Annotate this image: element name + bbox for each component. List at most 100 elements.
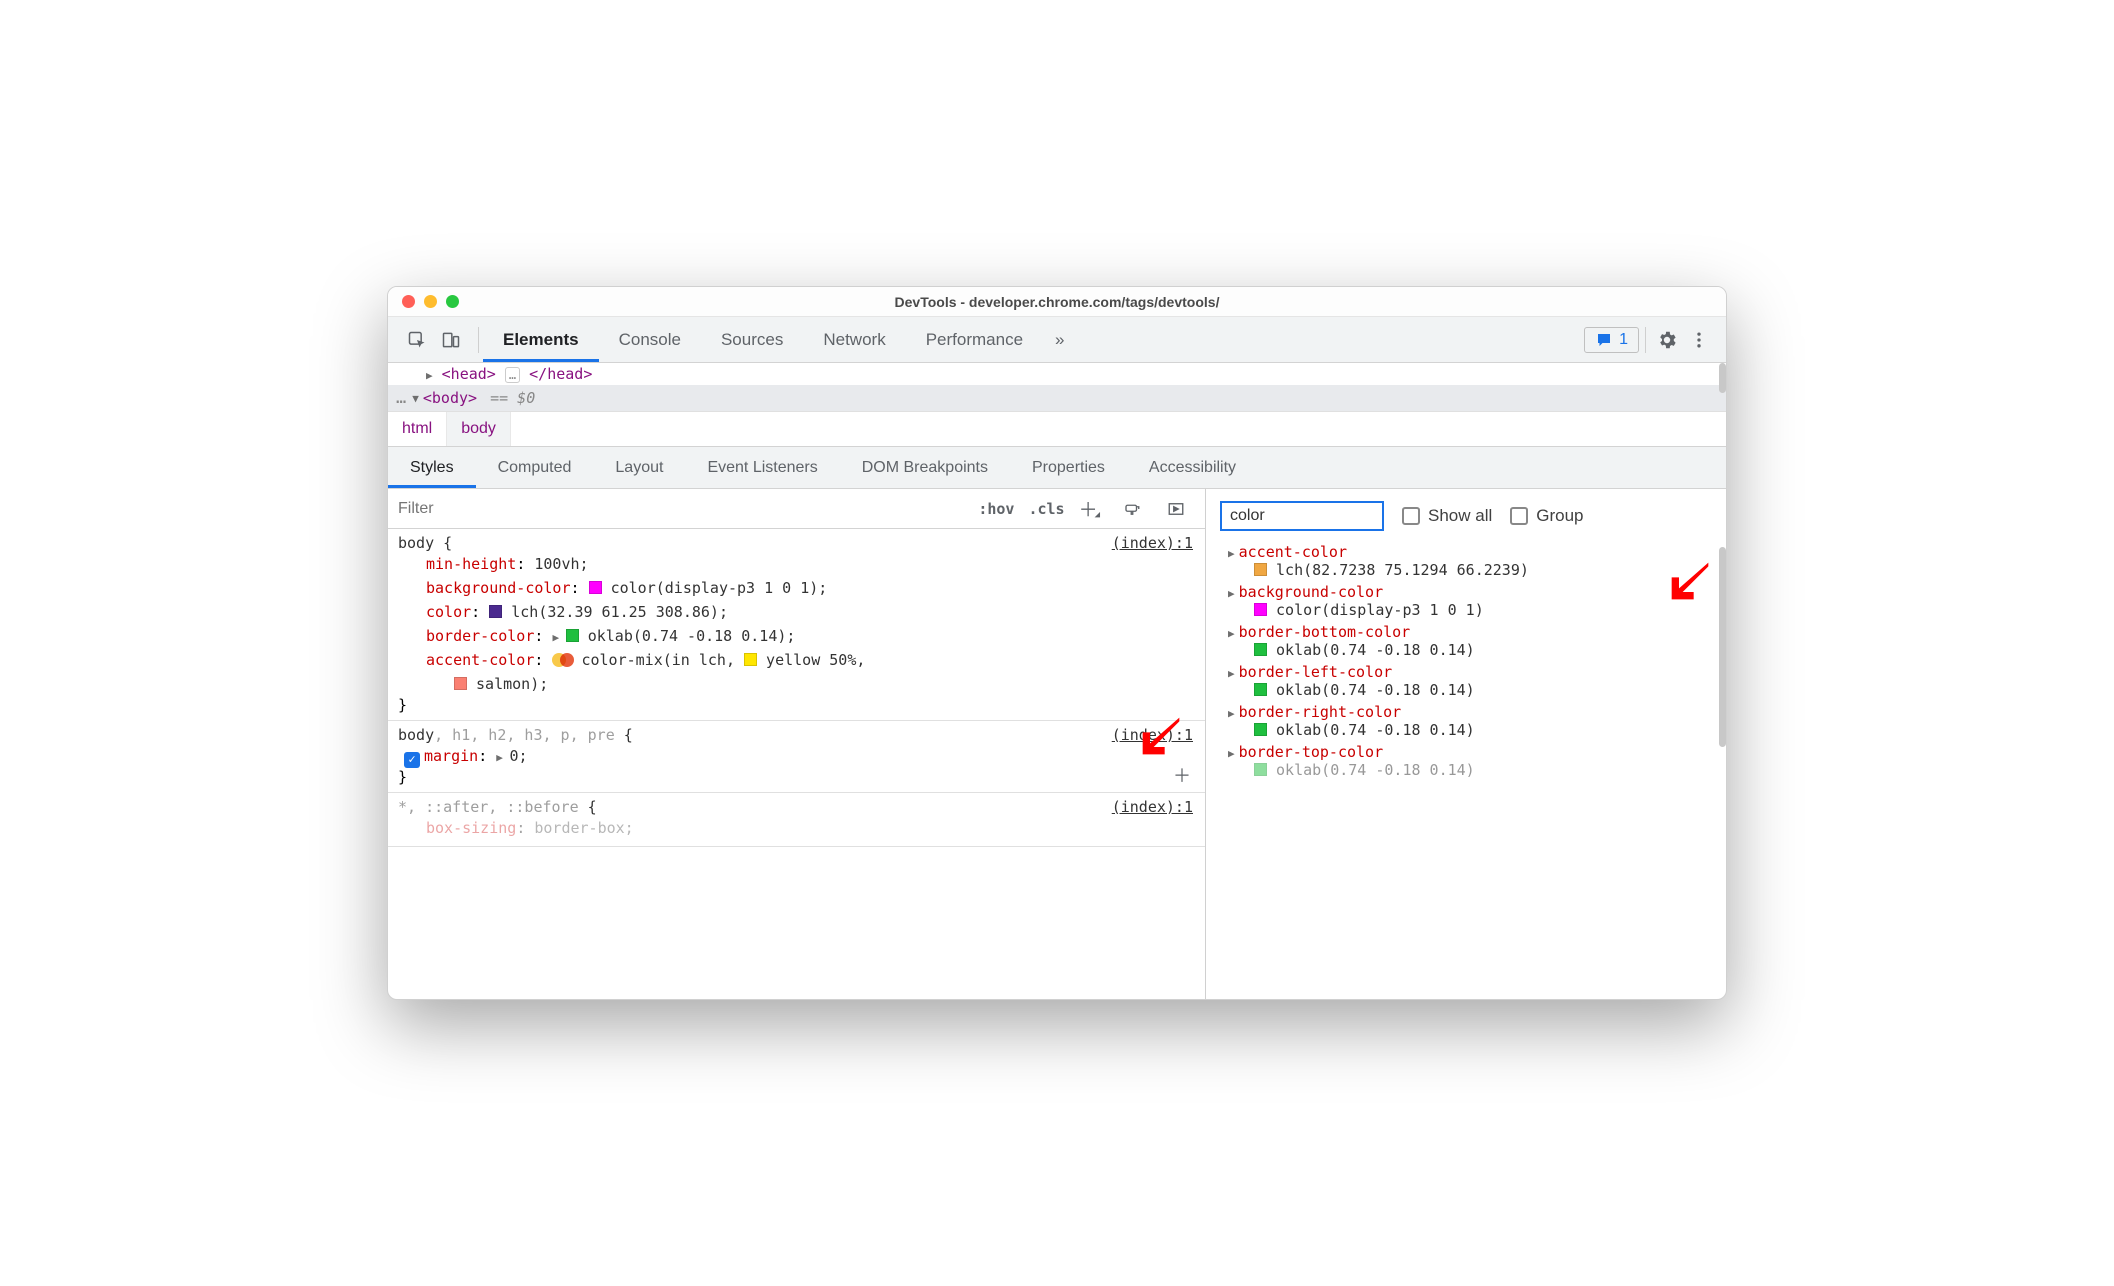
css-declaration[interactable]: color: lch(32.39 61.25 308.86);	[398, 600, 1195, 624]
expand-triangle-icon[interactable]: ▶	[1228, 747, 1235, 760]
expand-triangle-icon[interactable]: ▶	[1228, 547, 1235, 560]
rule-source-link[interactable]: (index):1	[1112, 534, 1193, 552]
dom-scrollbar[interactable]	[1719, 363, 1726, 393]
cls-toggle[interactable]: .cls	[1028, 500, 1064, 518]
styles-subtabs: Styles Computed Layout Event Listeners D…	[388, 447, 1726, 489]
tabs-overflow[interactable]: »	[1043, 317, 1076, 362]
color-mix-swatch-icon[interactable]	[552, 653, 572, 667]
style-rule: body, h1, h2, h3, p, pre { (index):1✓marg…	[388, 721, 1205, 793]
subtab-layout[interactable]: Layout	[593, 447, 685, 488]
dom-node-head[interactable]: ▶ <head> … </head>	[388, 363, 1726, 385]
ellipsis-badge[interactable]: …	[505, 367, 520, 383]
rule-source-link[interactable]: (index):1	[1112, 726, 1193, 744]
show-all-label: Show all	[1428, 506, 1492, 526]
show-all-checkbox[interactable]: Show all	[1402, 506, 1492, 526]
crumb-html[interactable]: html	[388, 412, 447, 446]
computed-filter-row: Show all Group	[1206, 489, 1726, 541]
tag-head-open: <head>	[442, 365, 496, 383]
computed-property[interactable]: ▶border-bottom-color oklab(0.74 -0.18 0.…	[1218, 621, 1716, 661]
window-controls	[388, 295, 459, 308]
subtab-computed[interactable]: Computed	[476, 447, 594, 488]
crumb-body[interactable]: body	[447, 412, 511, 446]
color-swatch-icon[interactable]	[744, 653, 757, 666]
css-declaration[interactable]: box-sizing: border-box;	[398, 816, 1195, 840]
subtab-properties[interactable]: Properties	[1010, 447, 1127, 488]
computed-list: ▶accent-color lch(82.7238 75.1294 66.223…	[1206, 541, 1726, 999]
paint-flash-icon[interactable]	[1117, 494, 1147, 524]
styles-panel: :hov .cls ＋◢ body {(index):1min-height: …	[388, 489, 1206, 999]
devtools-window: DevTools - developer.chrome.com/tags/dev…	[387, 286, 1727, 1000]
tab-sources[interactable]: Sources	[701, 317, 803, 362]
color-swatch-icon[interactable]	[589, 581, 602, 594]
color-swatch-icon[interactable]	[1254, 643, 1267, 656]
group-checkbox[interactable]: Group	[1510, 506, 1583, 526]
more-menu-icon[interactable]	[1684, 325, 1714, 355]
computed-property[interactable]: ▶background-color color(display-p3 1 0 1…	[1218, 581, 1716, 621]
computed-panel: Show all Group ▶accent-color lch(82.7238…	[1206, 489, 1726, 999]
collapse-triangle-icon[interactable]: ▼	[412, 392, 419, 405]
expand-triangle-icon[interactable]: ▶	[1228, 587, 1235, 600]
checkbox-checked-icon[interactable]: ✓	[404, 752, 420, 768]
rule-source-link[interactable]: (index):1	[1112, 798, 1193, 816]
styles-filter-row: :hov .cls ＋◢	[388, 489, 1205, 529]
toolbar-divider	[478, 327, 479, 353]
rule-selector[interactable]: body {	[398, 534, 452, 552]
css-declaration[interactable]: border-color: ▶ oklab(0.74 -0.18 0.14);	[398, 624, 1195, 648]
color-swatch-icon[interactable]	[1254, 763, 1267, 776]
rendering-icon[interactable]	[1161, 494, 1191, 524]
tab-network[interactable]: Network	[803, 317, 905, 362]
styles-filter-input[interactable]	[398, 489, 778, 528]
rule-selector[interactable]: body, h1, h2, h3, p, pre {	[398, 726, 633, 744]
computed-scrollbar[interactable]	[1719, 547, 1726, 747]
color-swatch-icon[interactable]	[1254, 723, 1267, 736]
css-declaration[interactable]: accent-color: color-mix(in lch, yellow 5…	[398, 648, 1195, 672]
inspect-element-icon[interactable]	[402, 325, 432, 355]
color-swatch-icon[interactable]	[1254, 683, 1267, 696]
rule-selector[interactable]: *, ::after, ::before {	[398, 798, 597, 816]
add-declaration-icon[interactable]: ＋	[1173, 762, 1191, 788]
color-swatch-icon[interactable]	[489, 605, 502, 618]
group-label: Group	[1536, 506, 1583, 526]
expand-triangle-icon[interactable]: ▶	[426, 369, 433, 382]
breadcrumb: html body	[388, 411, 1726, 447]
close-window-button[interactable]	[402, 295, 415, 308]
issues-badge[interactable]: 1	[1584, 327, 1639, 353]
css-declaration[interactable]: background-color: color(display-p3 1 0 1…	[398, 576, 1195, 600]
tab-performance[interactable]: Performance	[906, 317, 1043, 362]
dom-tree: ▶ <head> … </head> … ▼ <body> == $0	[388, 363, 1726, 411]
expand-triangle-icon[interactable]: ▶	[1228, 667, 1235, 680]
computed-property[interactable]: ▶border-left-color oklab(0.74 -0.18 0.14…	[1218, 661, 1716, 701]
subtab-accessibility[interactable]: Accessibility	[1127, 447, 1258, 488]
issues-icon	[1595, 331, 1613, 349]
computed-property[interactable]: ▶accent-color lch(82.7238 75.1294 66.223…	[1218, 541, 1716, 581]
expand-triangle-icon[interactable]: ▶	[1228, 627, 1235, 640]
tab-elements[interactable]: Elements	[483, 317, 599, 362]
expand-triangle-icon[interactable]: ▶	[496, 751, 509, 764]
subtab-styles[interactable]: Styles	[388, 447, 476, 488]
settings-icon[interactable]	[1652, 325, 1682, 355]
subtab-dom-breakpoints[interactable]: DOM Breakpoints	[840, 447, 1010, 488]
color-swatch-icon[interactable]	[566, 629, 579, 642]
computed-property[interactable]: ▶border-top-color oklab(0.74 -0.18 0.14)	[1218, 741, 1716, 781]
expand-triangle-icon[interactable]: ▶	[552, 631, 565, 644]
computed-filter-input[interactable]	[1220, 501, 1384, 531]
subtab-event-listeners[interactable]: Event Listeners	[685, 447, 839, 488]
hov-toggle[interactable]: :hov	[978, 500, 1014, 518]
dom-node-body[interactable]: … ▼ <body> == $0	[388, 385, 1726, 411]
maximize-window-button[interactable]	[446, 295, 459, 308]
css-declaration-cont: salmon);	[398, 672, 1195, 696]
color-swatch-icon[interactable]	[1254, 563, 1267, 576]
css-declaration[interactable]: min-height: 100vh;	[398, 552, 1195, 576]
color-swatch-icon[interactable]	[454, 677, 467, 690]
new-style-rule-icon[interactable]: ＋◢	[1079, 494, 1103, 524]
style-rule: body { (index):1min-height: 100vh;backgro…	[388, 529, 1205, 721]
window-title: DevTools - developer.chrome.com/tags/dev…	[388, 294, 1726, 310]
css-declaration[interactable]: ✓margin: ▶ 0;	[398, 744, 1195, 768]
expand-triangle-icon[interactable]: ▶	[1228, 707, 1235, 720]
computed-property[interactable]: ▶border-right-color oklab(0.74 -0.18 0.1…	[1218, 701, 1716, 741]
device-toolbar-icon[interactable]	[436, 325, 466, 355]
minimize-window-button[interactable]	[424, 295, 437, 308]
tag-body-open: <body>	[423, 389, 477, 407]
color-swatch-icon[interactable]	[1254, 603, 1267, 616]
tab-console[interactable]: Console	[599, 317, 701, 362]
